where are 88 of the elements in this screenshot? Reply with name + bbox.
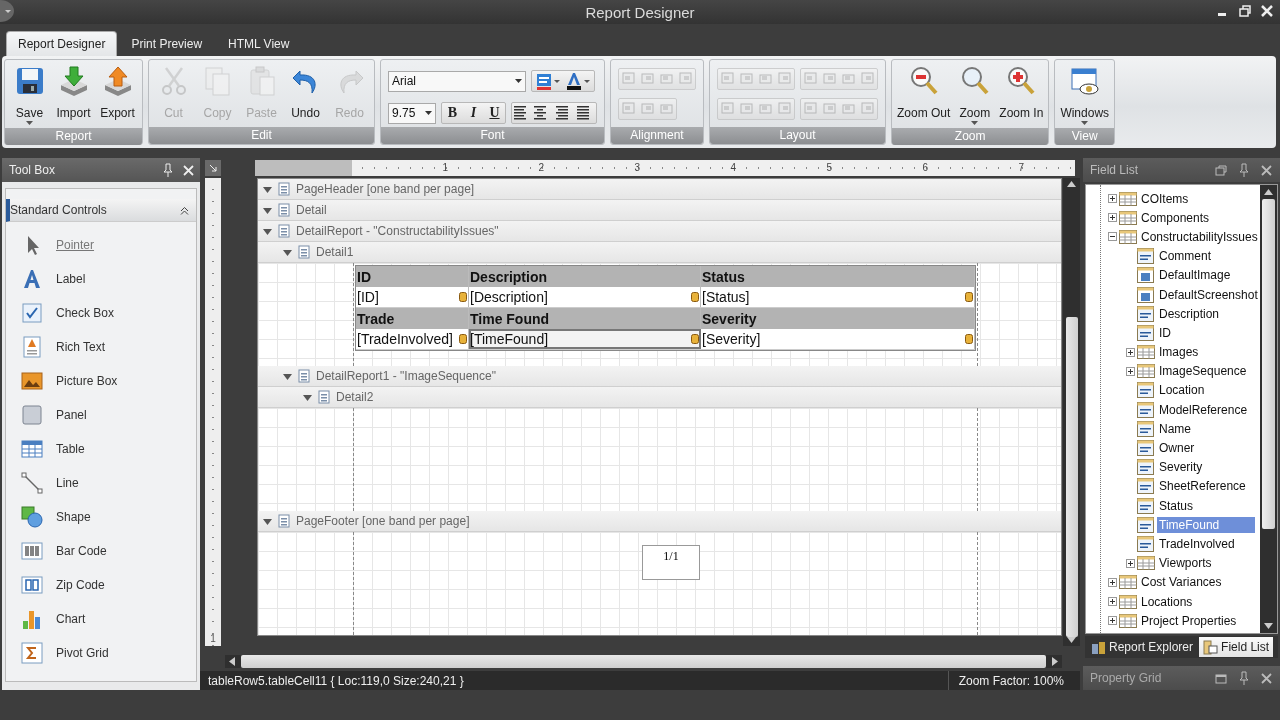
tree-item[interactable]: ModelReference (1157, 401, 1250, 418)
tree-item[interactable]: Location (1157, 382, 1207, 399)
band-title: DetailReport1 - "ImageSequence" (316, 369, 496, 383)
ribbon-button[interactable]: Zoom In (997, 62, 1046, 126)
toolbox-item[interactable]: Pointer (6, 228, 196, 262)
band-title: DetailReport - "ConstructabilityIssues" (296, 224, 499, 238)
ribbon-button[interactable]: Save (8, 62, 51, 126)
status-text: tableRow5.tableCell11 { Loc:119,0 Size:240,21 } (208, 673, 464, 688)
toolbox-item[interactable]: Zip Code (6, 568, 196, 602)
tree-item[interactable]: Severity (1157, 459, 1205, 476)
italic-button[interactable]: I (463, 103, 484, 123)
tree-item[interactable]: SheetReference (1157, 478, 1248, 495)
bold-button[interactable]: B (442, 103, 463, 123)
ribbon-button[interactable]: Export (96, 62, 139, 126)
toolbox-item[interactable]: Shape (6, 500, 196, 534)
font-name-field[interactable]: Arial (388, 70, 526, 92)
tree-item[interactable]: TradeInvolved (1157, 535, 1237, 552)
table-cell[interactable]: [ID] (356, 287, 469, 307)
ruler-number: 4 (729, 161, 736, 175)
toolbox-item[interactable]: Label (6, 262, 196, 296)
ruler-number: 2 (537, 161, 544, 175)
group-label: Layout (710, 127, 885, 144)
panel-tab[interactable]: Field List (1199, 637, 1274, 657)
ruler-number: 3 (633, 161, 640, 175)
ribbon-button[interactable]: Import (52, 62, 95, 126)
tree-item[interactable]: COItems (1139, 190, 1191, 207)
band-title: Detail (296, 203, 327, 217)
ribbon-button[interactable]: Undo (284, 62, 327, 125)
table-cell[interactable]: [Description] (469, 287, 701, 307)
group-label: Alignment (611, 127, 703, 144)
tree-item[interactable]: Description (1157, 305, 1222, 322)
toolbox-item[interactable]: Panel (6, 398, 196, 432)
ribbon-button[interactable]: Zoom Out (895, 62, 953, 126)
band-title: Detail2 (336, 390, 374, 404)
ribbon-tab[interactable]: Print Preview (119, 31, 215, 56)
ribbon-button[interactable]: Windows (1058, 62, 1112, 126)
ruler-number: 1 (441, 161, 448, 175)
ruler-number: 1 (210, 633, 216, 644)
tree-item[interactable]: Owner (1157, 440, 1197, 457)
group-label: Zoom (892, 128, 1049, 145)
band-title: PageFooter [one band per page] (296, 514, 470, 528)
toolbox-item[interactable]: Picture Box (6, 364, 196, 398)
window-title: Report Designer (585, 3, 695, 21)
ruler-number: 6 (921, 161, 928, 175)
band-title: Detail1 (316, 245, 354, 259)
ribbon-button[interactable]: Zoom (953, 62, 997, 126)
tree-item[interactable]: Status (1157, 497, 1196, 514)
toolbox-item[interactable]: Table (6, 432, 196, 466)
tree-item[interactable]: Comment (1157, 248, 1213, 265)
tree-item[interactable]: ID (1157, 324, 1173, 341)
table-cell[interactable]: [TimeFound] (469, 329, 701, 349)
ribbon-tab[interactable]: HTML View (216, 31, 302, 56)
tree-item[interactable]: DefaultImage (1157, 267, 1233, 284)
panel-title: Field List (1090, 163, 1140, 177)
ribbon-tab[interactable]: Report Designer (6, 31, 118, 56)
toolbox-item[interactable]: Pivot Grid (6, 636, 196, 670)
table-cell[interactable]: [Status] (701, 287, 975, 307)
tree-item[interactable]: Images (1157, 344, 1201, 361)
group-label: Report (5, 128, 142, 145)
category-header[interactable]: Standard Controls (6, 199, 196, 222)
ruler-number: 7 (1017, 161, 1024, 175)
panel-tab[interactable]: Report Explorer (1087, 637, 1198, 657)
tree-item[interactable]: Components (1139, 209, 1212, 226)
tree-item[interactable]: Cost Variances (1139, 574, 1224, 591)
panel-title: Tool Box (9, 163, 57, 177)
group-label: Edit (149, 127, 374, 144)
zoom-factor: Zoom Factor: 100% (947, 671, 1080, 690)
tree-item[interactable]: ImageSequence (1157, 363, 1249, 380)
toolbox-item[interactable]: Check Box (6, 296, 196, 330)
toolbox-item[interactable]: Bar Code (6, 534, 196, 568)
underline-button[interactable]: U (484, 103, 505, 123)
tree-item[interactable]: Project Properties (1139, 612, 1239, 629)
table-cell[interactable]: [Severity] (701, 329, 975, 349)
font-size-field[interactable]: 9.75 (388, 102, 436, 124)
tree-item[interactable]: Viewports (1157, 555, 1214, 572)
toolbox-item[interactable]: Rich Text (6, 330, 196, 364)
group-label: View (1055, 128, 1115, 145)
ruler-number: 5 (825, 161, 832, 175)
band-title: PageHeader [one band per page] (296, 182, 475, 196)
tree-item[interactable]: Name (1157, 420, 1193, 437)
page-number-box: 1/1 (642, 545, 700, 580)
group-label: Font (381, 127, 604, 144)
tree-item[interactable]: Locations (1139, 593, 1195, 610)
panel-title: Property Grid (1090, 671, 1163, 685)
toolbox-item[interactable]: Chart (6, 602, 196, 636)
toolbox-item[interactable]: Line (6, 466, 196, 500)
tree-item[interactable]: DefaultScreenshot (1157, 286, 1260, 303)
tree-item[interactable]: ConstructabilityIssues (1139, 228, 1260, 245)
